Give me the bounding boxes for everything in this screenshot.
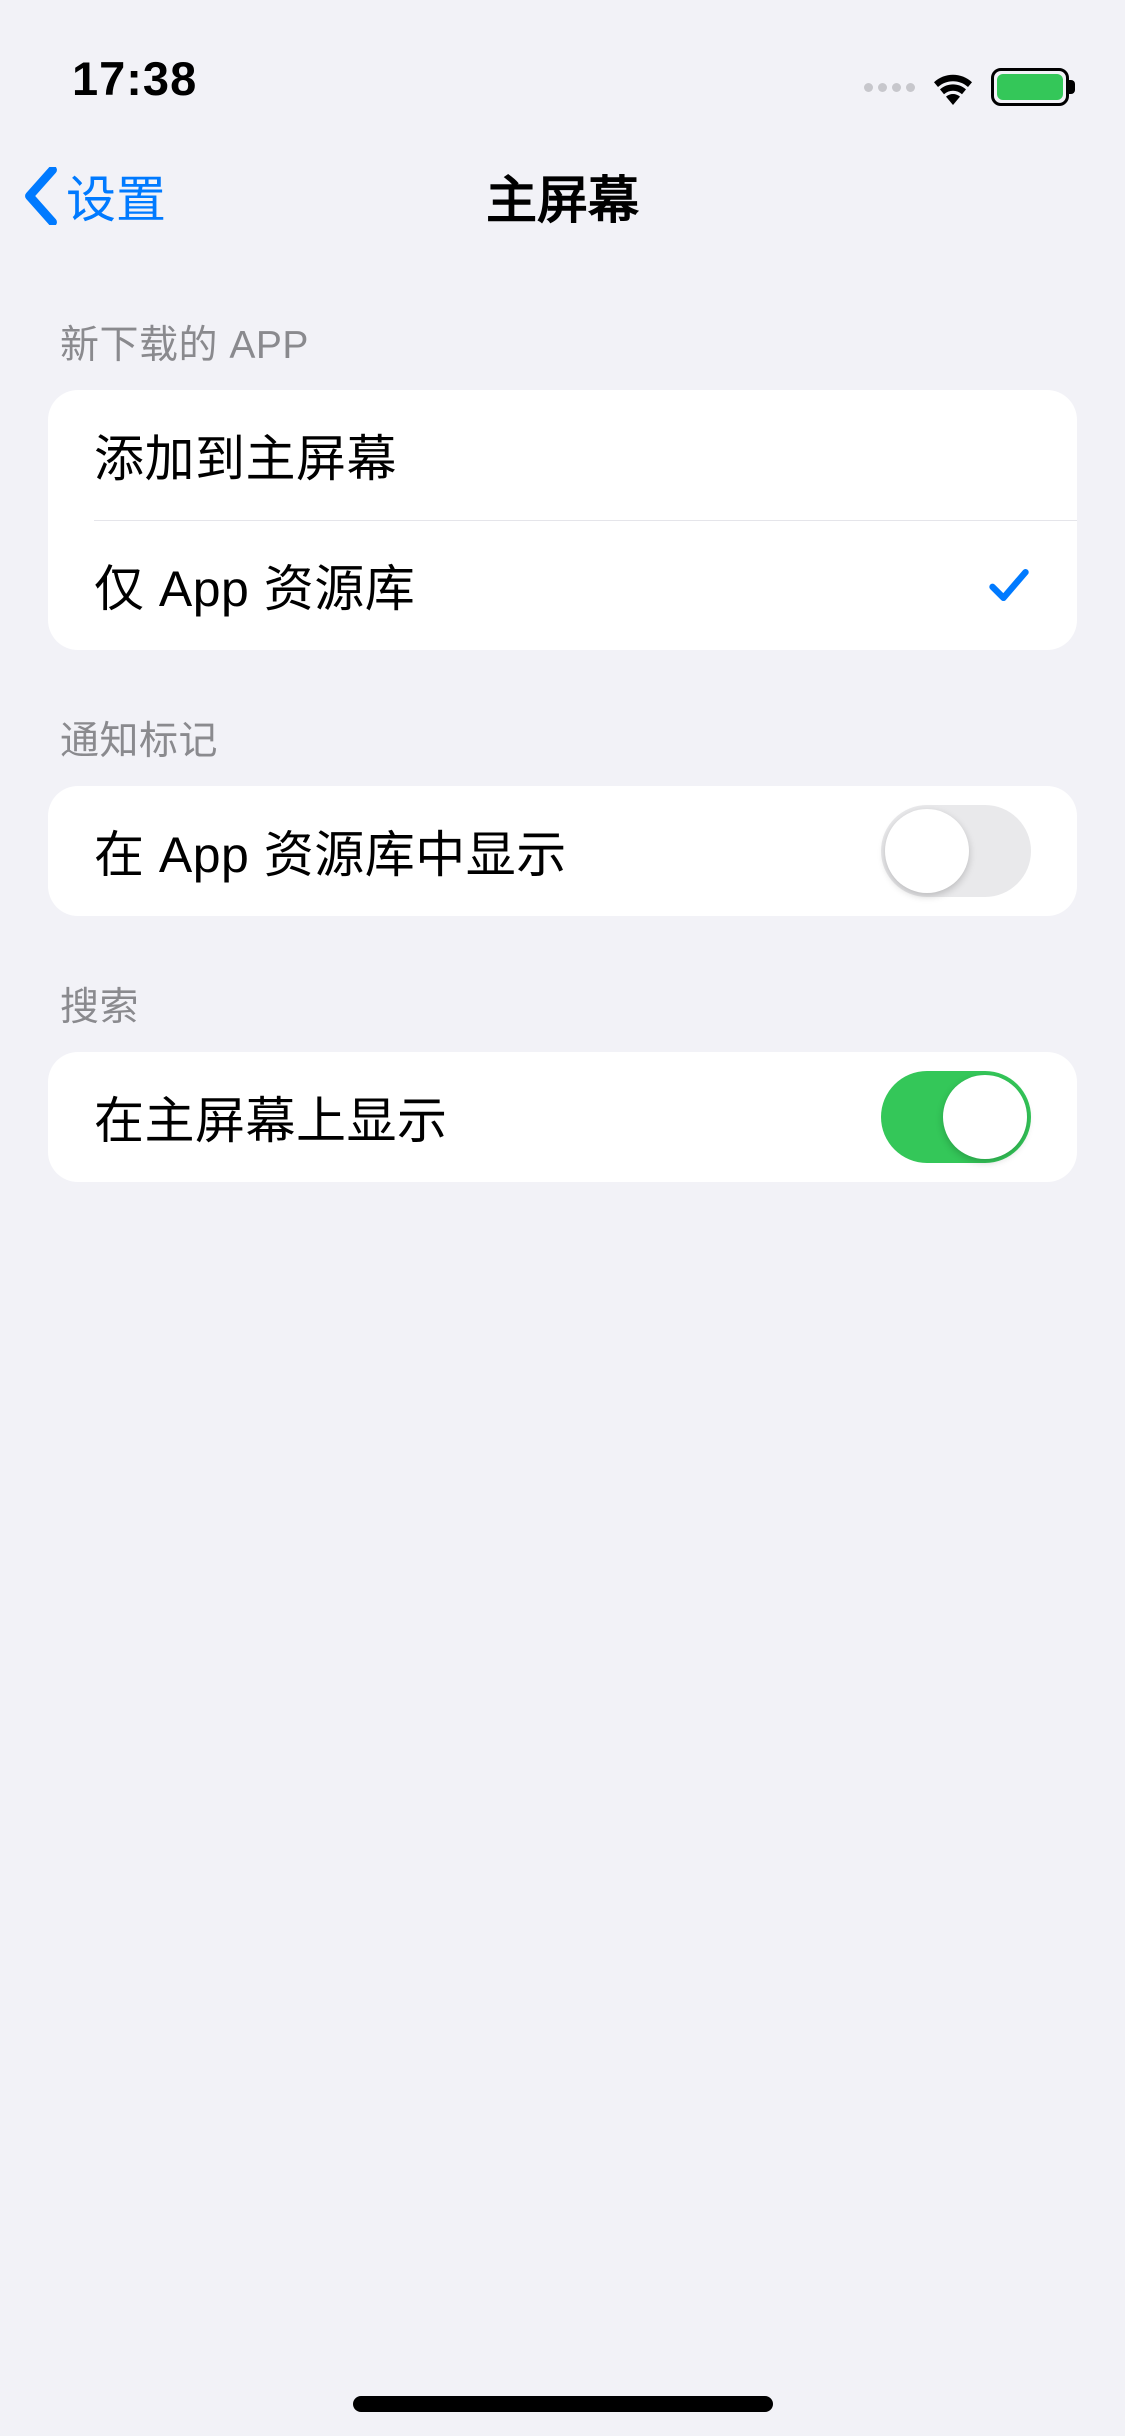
option-add-to-home[interactable]: 添加到主屏幕 <box>48 390 1077 520</box>
section-header-badges: 通知标记 <box>48 650 1077 786</box>
group-search: 在主屏幕上显示 <box>48 1052 1077 1182</box>
group-new-apps: 添加到主屏幕 仅 App 资源库 <box>48 390 1077 650</box>
toggle-show-on-home[interactable] <box>881 1071 1031 1163</box>
option-label: 仅 App 资源库 <box>94 549 415 621</box>
status-time: 17:38 <box>72 51 197 106</box>
battery-icon <box>991 68 1069 106</box>
back-label: 设置 <box>66 160 166 232</box>
cellular-icon <box>864 83 915 92</box>
group-badges: 在 App 资源库中显示 <box>48 786 1077 916</box>
option-app-library-only[interactable]: 仅 App 资源库 <box>48 520 1077 650</box>
option-label: 添加到主屏幕 <box>94 419 397 491</box>
row-label: 在 App 资源库中显示 <box>94 815 567 887</box>
chevron-left-icon <box>22 167 60 225</box>
wifi-icon <box>929 69 977 105</box>
row-show-in-app-library: 在 App 资源库中显示 <box>48 786 1077 916</box>
checkmark-icon <box>987 563 1031 607</box>
toggle-show-in-app-library[interactable] <box>881 805 1031 897</box>
back-button[interactable]: 设置 <box>22 160 166 232</box>
row-label: 在主屏幕上显示 <box>94 1081 448 1153</box>
section-header-search: 搜索 <box>48 916 1077 1052</box>
page-title: 主屏幕 <box>0 159 1125 233</box>
section-header-new-apps: 新下载的 APP <box>48 262 1077 390</box>
status-bar: 17:38 <box>0 0 1125 130</box>
row-show-on-home: 在主屏幕上显示 <box>48 1052 1077 1182</box>
nav-bar: 设置 主屏幕 <box>0 130 1125 262</box>
status-indicators <box>864 68 1069 106</box>
home-indicator[interactable] <box>353 2396 773 2412</box>
